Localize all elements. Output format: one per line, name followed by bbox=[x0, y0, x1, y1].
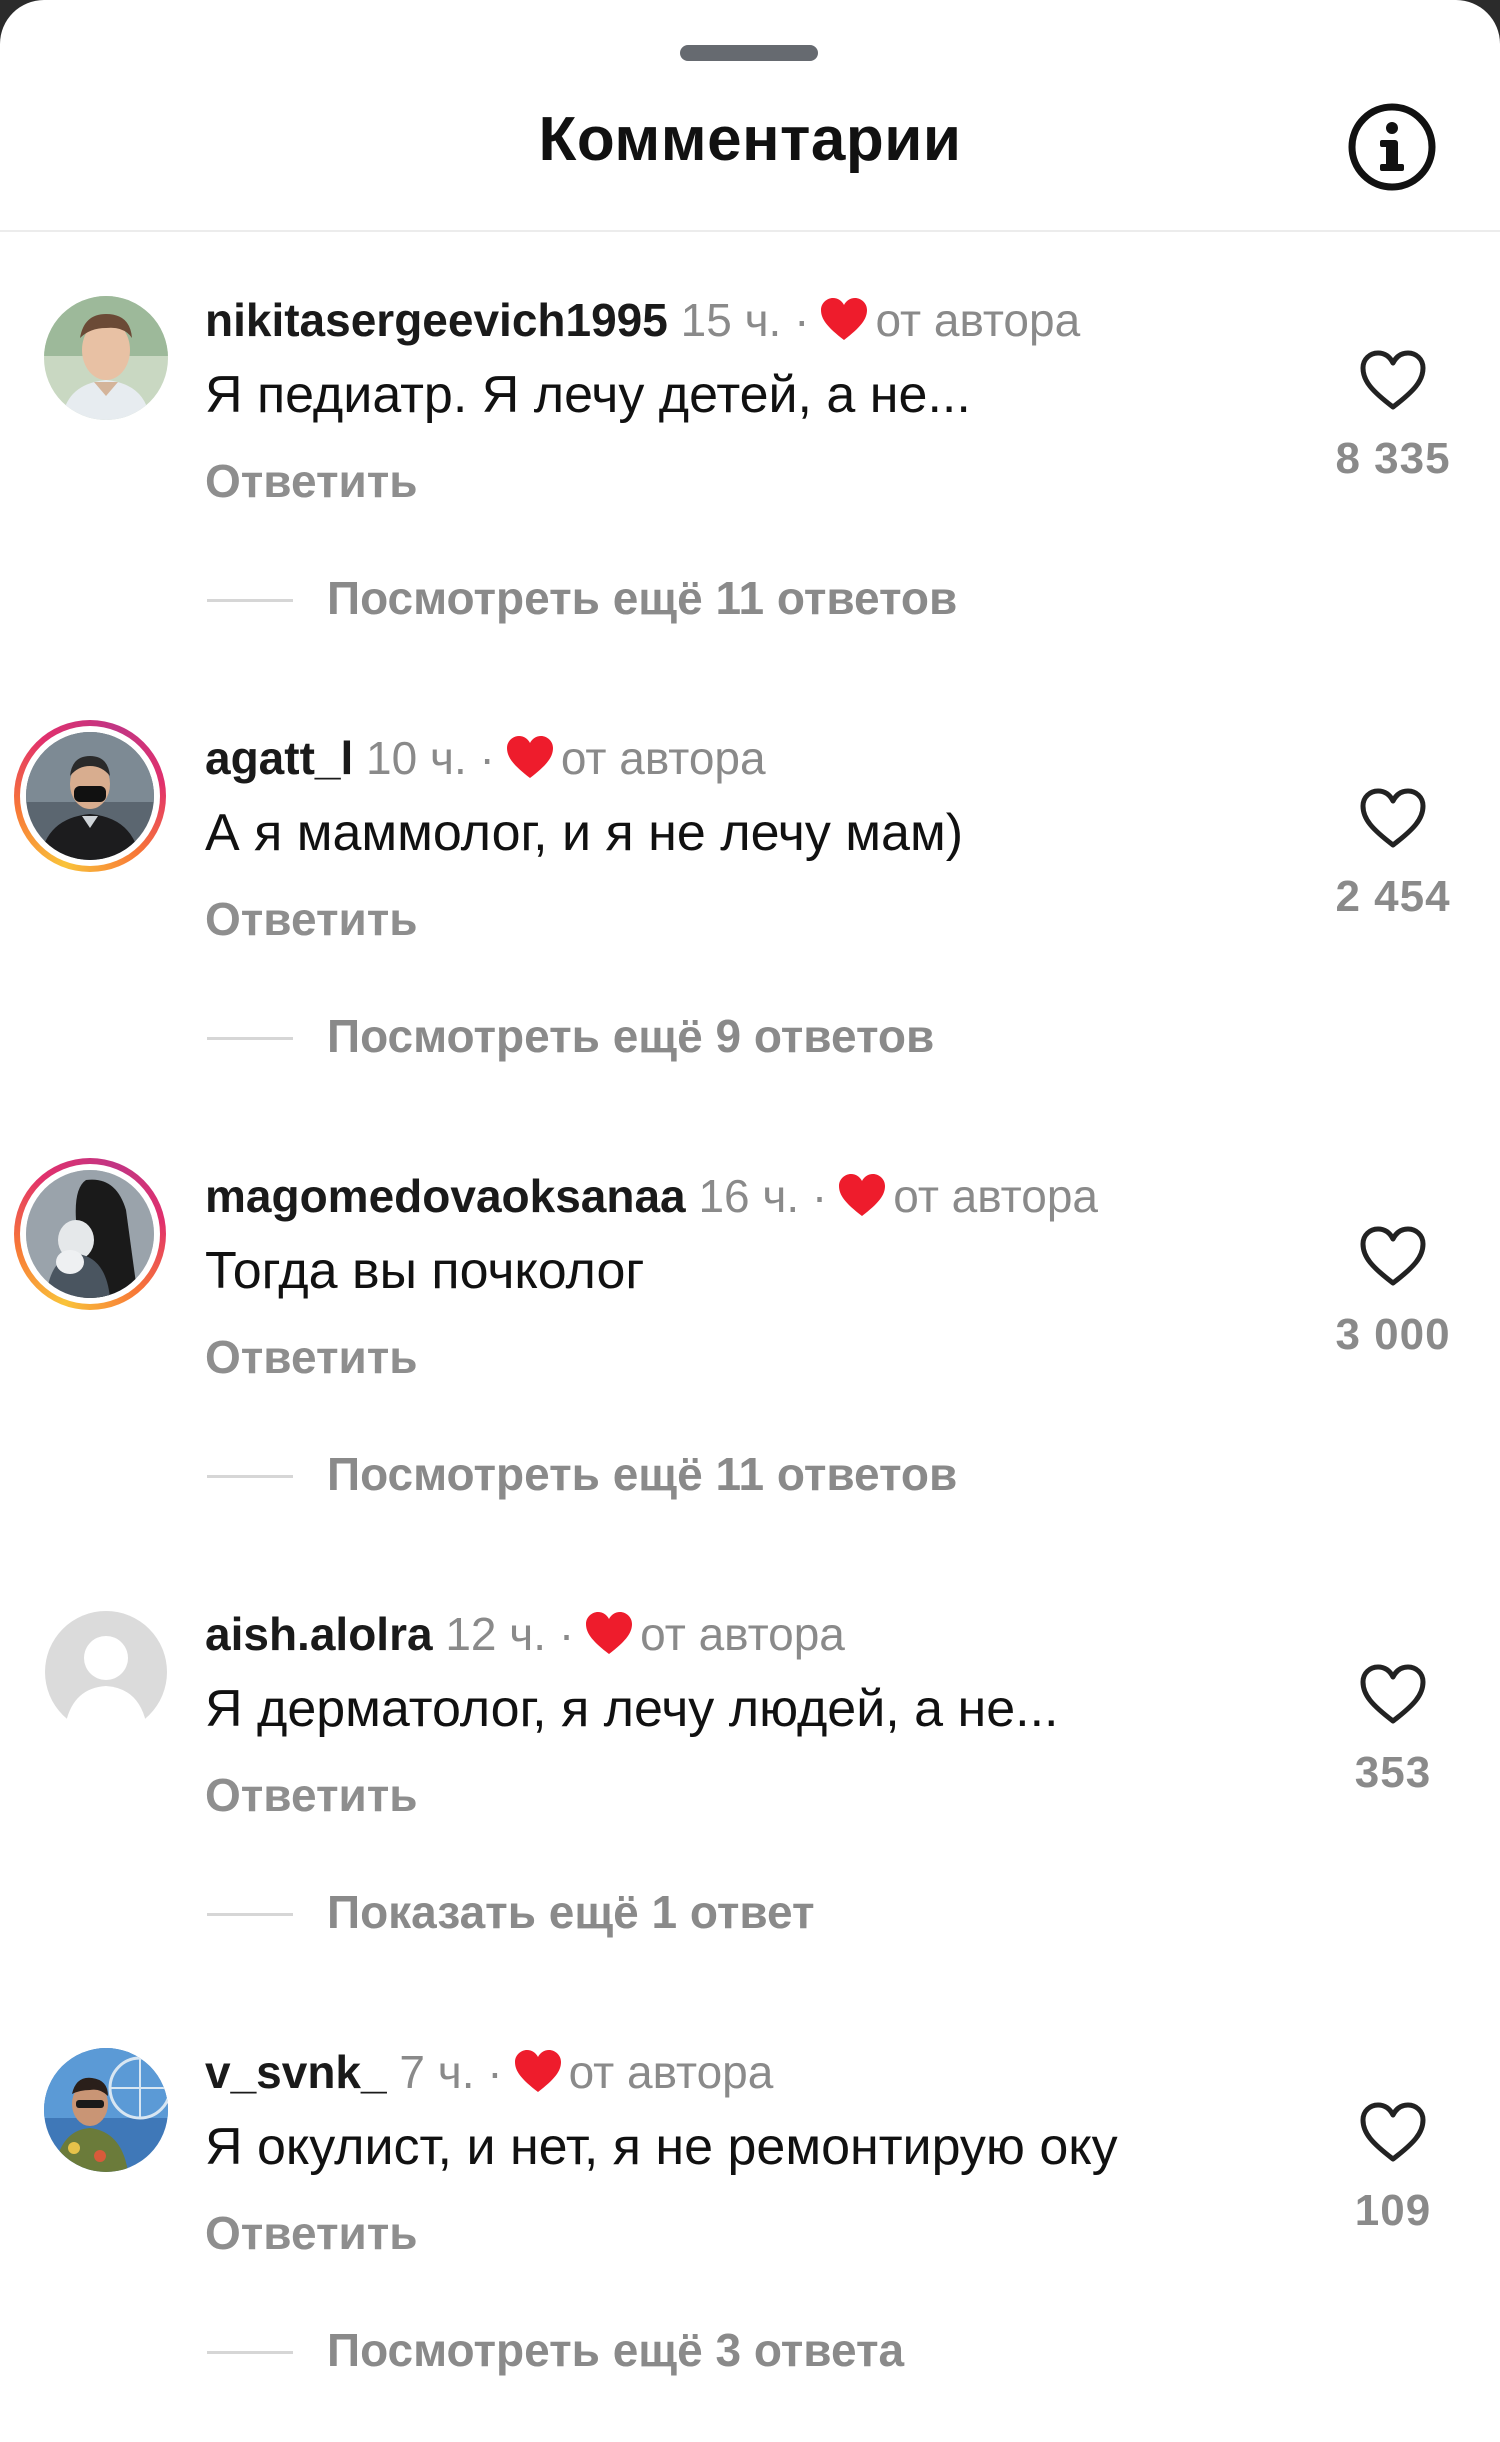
comment-meta: aish.alolra 12 ч. · от автора bbox=[205, 1604, 845, 1664]
like-heart-icon[interactable] bbox=[1358, 1224, 1428, 1288]
like-count: 3 000 bbox=[1335, 1310, 1451, 1359]
reply-button[interactable]: Ответить bbox=[205, 1768, 418, 1822]
author-heart-icon bbox=[514, 2050, 561, 2092]
comment-username[interactable]: magomedovaoksanaa bbox=[205, 1170, 686, 1222]
reply-button[interactable]: Ответить bbox=[205, 454, 418, 508]
view-replies-button[interactable]: Посмотреть ещё 11 ответов bbox=[327, 1447, 957, 1501]
author-liked-label: от автора bbox=[875, 294, 1081, 346]
like-heart-icon[interactable] bbox=[1358, 348, 1428, 412]
like-count: 2 454 bbox=[1335, 872, 1451, 921]
like-heart-icon[interactable] bbox=[1358, 786, 1428, 850]
comment-meta: nikitasergeevich1995 15 ч. · от автора bbox=[205, 290, 1080, 350]
comment-item: aish.alolra 12 ч. · от автора Я дерматоло… bbox=[0, 1608, 1500, 2048]
author-liked-label: от автора bbox=[568, 2046, 774, 2098]
reply-button[interactable]: Ответить bbox=[205, 1330, 418, 1384]
avatar[interactable] bbox=[14, 1158, 166, 1310]
comment-item: v_svnk_ 7 ч. · от автора Я окулист, и нет… bbox=[0, 2046, 1500, 2442]
comment-text: Я педиатр. Я лечу детей, а не... bbox=[205, 366, 971, 424]
comment-username[interactable]: v_svnk_ bbox=[205, 2046, 387, 2098]
meta-separator: · bbox=[558, 1608, 575, 1660]
author-liked-label: от автора bbox=[640, 1608, 845, 1660]
view-replies-button[interactable]: Посмотреть ещё 11 ответов bbox=[327, 571, 957, 625]
avatar-photo bbox=[26, 1170, 154, 1298]
view-replies-button[interactable]: Посмотреть ещё 9 ответов bbox=[327, 1009, 934, 1063]
comment-username[interactable]: nikitasergeevich1995 bbox=[205, 294, 668, 346]
comment-username[interactable]: agatt_l bbox=[205, 732, 353, 784]
comment-time: 10 ч. bbox=[366, 732, 467, 784]
view-replies-button[interactable]: Посмотреть ещё 3 ответа bbox=[327, 2323, 904, 2377]
header-divider bbox=[0, 230, 1500, 232]
like-count: 109 bbox=[1354, 2186, 1432, 2235]
page-title: Комментарии bbox=[538, 105, 962, 174]
reply-button[interactable]: Ответить bbox=[205, 2206, 418, 2260]
meta-separator: · bbox=[479, 732, 495, 784]
comment-time: 16 ч. bbox=[698, 1170, 800, 1222]
like-heart-icon[interactable] bbox=[1358, 1662, 1428, 1726]
comment-meta: magomedovaoksanaa 16 ч. · от автора bbox=[205, 1166, 1098, 1226]
view-replies-button[interactable]: Показать ещё 1 ответ bbox=[327, 1885, 815, 1939]
avatar-photo bbox=[44, 2048, 168, 2172]
avatar[interactable] bbox=[14, 720, 166, 872]
comment-username[interactable]: aish.alolra bbox=[205, 1608, 433, 1660]
default-avatar-icon bbox=[44, 1610, 168, 1734]
comment-text: Тогда вы почколог bbox=[205, 1242, 645, 1300]
like-count: 353 bbox=[1354, 1748, 1432, 1797]
author-heart-icon bbox=[839, 1174, 886, 1216]
info-icon[interactable] bbox=[1346, 101, 1438, 193]
comment-item: agatt_l 10 ч. · от автора А я маммолог, и… bbox=[0, 720, 1500, 1172]
replies-divider bbox=[207, 1913, 293, 1916]
reply-button[interactable]: Ответить bbox=[205, 892, 418, 946]
avatar[interactable] bbox=[44, 296, 168, 420]
like-heart-icon[interactable] bbox=[1358, 2100, 1428, 2164]
comment-text: Я окулист, и нет, я не ремонтирую оку bbox=[205, 2118, 1118, 2176]
sheet-grabber[interactable] bbox=[680, 45, 818, 61]
comment-text: А я маммолог, и я не лечу мам) bbox=[205, 804, 964, 862]
meta-separator: · bbox=[794, 294, 810, 346]
like-count: 8 335 bbox=[1335, 434, 1451, 483]
avatar[interactable] bbox=[44, 1610, 168, 1734]
comment-meta: v_svnk_ 7 ч. · от автора bbox=[205, 2042, 773, 2102]
author-heart-icon bbox=[586, 1612, 633, 1654]
replies-divider bbox=[207, 599, 293, 602]
avatar-photo bbox=[26, 732, 154, 860]
replies-divider bbox=[207, 2351, 293, 2354]
avatar[interactable] bbox=[44, 2048, 168, 2172]
meta-separator: · bbox=[811, 1170, 828, 1222]
meta-separator: · bbox=[487, 2046, 503, 2098]
comment-text: Я дерматолог, я лечу людей, а не... bbox=[205, 1680, 1059, 1738]
author-heart-icon bbox=[821, 298, 868, 340]
comments-sheet: Комментарии nikitasergeevich1995 15 ч. ·… bbox=[0, 0, 1500, 2442]
comment-time: 7 ч. bbox=[399, 2046, 475, 2098]
author-liked-label: от автора bbox=[560, 732, 766, 784]
comment-time: 12 ч. bbox=[445, 1608, 547, 1660]
comment-meta: agatt_l 10 ч. · от автора bbox=[205, 728, 766, 788]
comment-time: 15 ч. bbox=[680, 294, 782, 346]
comment-item: magomedovaoksanaa 16 ч. · от автора Тогда… bbox=[0, 1158, 1500, 1610]
comment-item: nikitasergeevich1995 15 ч. · от автора Я … bbox=[0, 294, 1500, 734]
author-liked-label: от автора bbox=[893, 1170, 1098, 1222]
author-heart-icon bbox=[506, 736, 553, 778]
replies-divider bbox=[207, 1037, 293, 1040]
replies-divider bbox=[207, 1475, 293, 1478]
avatar-photo bbox=[44, 296, 168, 420]
